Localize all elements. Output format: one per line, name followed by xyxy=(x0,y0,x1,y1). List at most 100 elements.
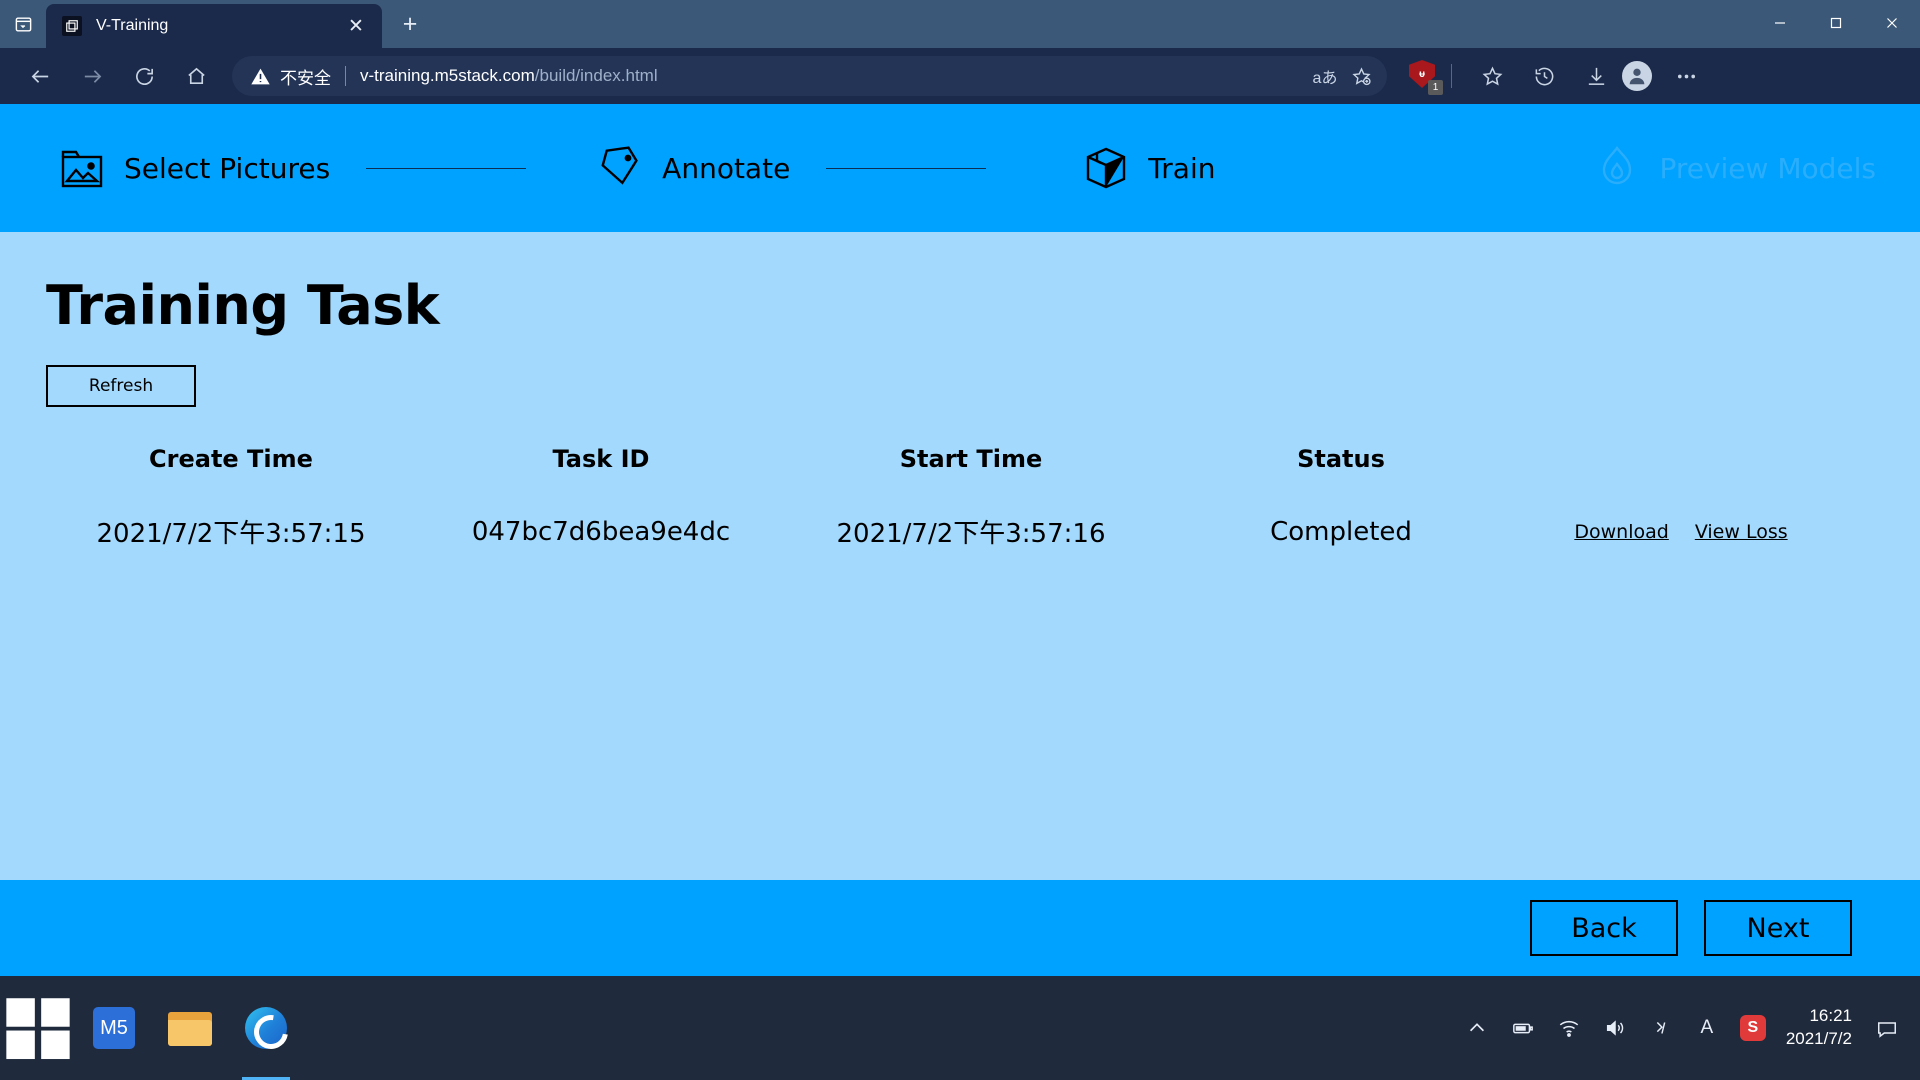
tag-icon xyxy=(596,144,644,192)
flame-icon xyxy=(1593,144,1641,192)
onedrive-button[interactable] xyxy=(1638,976,1684,1080)
extension-button[interactable]: ᵾ 1 xyxy=(1407,59,1443,95)
minimize-button[interactable] xyxy=(1752,0,1808,46)
sync-icon xyxy=(1656,1021,1666,1034)
cell-start-time: 2021/7/2下午3:57:16 xyxy=(836,519,1106,549)
address-bar-url: v-training.m5stack.com/build/index.html xyxy=(360,66,1307,86)
column-header-task-id: Task ID xyxy=(552,445,650,473)
start-button[interactable] xyxy=(0,976,76,1080)
screen: V-Training ✕ + 不安全 v-training.m5stack.co… xyxy=(0,0,1920,1080)
view-loss-link[interactable]: View Loss xyxy=(1695,521,1788,543)
wifi-icon xyxy=(1559,1020,1579,1037)
clock-time: 16:21 xyxy=(1809,1006,1852,1026)
step-annotate[interactable]: Annotate xyxy=(596,144,790,192)
step-label-annotate: Annotate xyxy=(662,151,791,185)
training-task-table: Create Time Task ID Start Time Status 20… xyxy=(46,437,1836,556)
show-hidden-icons-button[interactable] xyxy=(1454,976,1500,1080)
windows-taskbar: M5 A S 16:21 2021/7/2 xyxy=(0,976,1920,1080)
home-icon xyxy=(187,67,205,84)
battery-icon xyxy=(1512,1023,1533,1034)
step-select-pictures[interactable]: Select Pictures xyxy=(58,144,330,192)
collections-button[interactable] xyxy=(1470,54,1514,98)
taskbar-item-m5stack-app[interactable]: M5 xyxy=(76,976,152,1080)
tab-title: V-Training xyxy=(96,17,169,34)
warning-triangle-icon xyxy=(251,68,270,84)
workflow-stepbar: Select Pictures Annotate Train Preview M… xyxy=(0,104,1920,232)
folder-icon xyxy=(168,1010,212,1046)
add-favorite-button[interactable] xyxy=(1343,60,1379,92)
downloads-icon xyxy=(1588,67,1604,85)
browser-tab[interactable]: V-Training ✕ xyxy=(46,4,382,48)
toolbar-divider xyxy=(1451,64,1452,88)
column-header-create-time: Create Time xyxy=(149,445,313,473)
window-controls xyxy=(1752,0,1920,46)
notifications-icon xyxy=(1878,1022,1896,1038)
page-title: Training Task xyxy=(46,274,440,337)
close-icon xyxy=(1887,18,1897,28)
sogou-input-button[interactable]: S xyxy=(1730,976,1776,1080)
taskbar-item-file-explorer[interactable] xyxy=(152,976,228,1080)
m5-icon: M5 xyxy=(93,1007,135,1049)
step-preview-models[interactable]: Preview Models xyxy=(1593,144,1876,192)
collections-icon xyxy=(1482,66,1502,86)
maximize-button[interactable] xyxy=(1808,0,1864,46)
new-tab-button[interactable]: + xyxy=(390,4,430,44)
edge-icon xyxy=(245,1007,287,1049)
history-button[interactable] xyxy=(1522,54,1566,98)
more-options-button[interactable] xyxy=(1664,54,1708,98)
forward-button[interactable] xyxy=(70,54,114,98)
picture-folder-icon xyxy=(58,144,106,192)
tab-favicon xyxy=(62,16,82,36)
profile-avatar-icon xyxy=(1629,68,1645,85)
omnibox-divider xyxy=(345,66,346,86)
tab-close-button[interactable]: ✕ xyxy=(342,12,370,40)
browser-navbar: 不安全 v-training.m5stack.com/build/index.h… xyxy=(0,48,1920,104)
profile-button[interactable] xyxy=(1622,61,1652,91)
url-host: v-training.m5stack.com xyxy=(360,66,535,85)
next-button-app[interactable]: Next xyxy=(1704,900,1852,956)
step-label-select-pictures: Select Pictures xyxy=(124,151,331,185)
tab-actions-icon xyxy=(15,16,31,32)
step-label-train: Train xyxy=(1148,151,1216,185)
security-label: 不安全 xyxy=(280,68,331,88)
refresh-button[interactable]: Refresh xyxy=(46,365,196,407)
window-close-button[interactable] xyxy=(1864,0,1920,46)
action-center-button[interactable] xyxy=(1866,976,1908,1080)
forward-arrow-icon xyxy=(84,69,101,83)
url-path: /build/index.html xyxy=(534,66,658,85)
column-header-start-time: Start Time xyxy=(899,445,1043,473)
downloads-button[interactable] xyxy=(1574,54,1618,98)
minimize-icon xyxy=(1775,22,1785,24)
window-icon xyxy=(66,20,78,32)
reload-icon xyxy=(135,67,153,85)
reload-button[interactable] xyxy=(122,54,166,98)
battery-button[interactable] xyxy=(1500,976,1546,1080)
step-connector-1 xyxy=(366,167,527,169)
translate-button[interactable]: aあ xyxy=(1307,60,1343,92)
step-train[interactable]: Train xyxy=(1082,144,1215,192)
cell-task-id: 047bc7d6bea9e4dc xyxy=(471,516,731,547)
sogou-icon: S xyxy=(1739,1015,1766,1041)
app-page: Select Pictures Annotate Train Preview M… xyxy=(0,104,1920,976)
history-icon xyxy=(1535,67,1553,85)
add-favorite-star-icon xyxy=(1351,66,1371,85)
windows-start-icon xyxy=(6,998,70,1060)
table-header-row: Create Time Task ID Start Time Status xyxy=(46,437,1836,481)
step-connector-2 xyxy=(826,167,987,169)
browser-tabstrip: V-Training ✕ + xyxy=(0,0,1920,48)
step-label-preview-models: Preview Models xyxy=(1659,151,1876,185)
box-icon xyxy=(1082,144,1130,192)
ime-mode-button[interactable]: A xyxy=(1684,976,1730,1080)
cell-create-time: 2021/7/2下午3:57:15 xyxy=(96,519,366,549)
taskbar-item-microsoft-edge[interactable] xyxy=(228,976,304,1080)
network-button[interactable] xyxy=(1546,976,1592,1080)
show-hidden-icons-icon xyxy=(1469,1023,1484,1032)
home-button[interactable] xyxy=(174,54,218,98)
taskbar-clock[interactable]: 16:21 2021/7/2 xyxy=(1776,1005,1866,1051)
back-button[interactable] xyxy=(18,54,62,98)
tab-actions-button[interactable] xyxy=(0,4,46,44)
address-bar[interactable]: 不安全 v-training.m5stack.com/build/index.h… xyxy=(232,56,1387,96)
volume-button[interactable] xyxy=(1592,976,1638,1080)
back-button-app[interactable]: Back xyxy=(1530,900,1678,956)
download-link[interactable]: Download xyxy=(1574,521,1668,543)
